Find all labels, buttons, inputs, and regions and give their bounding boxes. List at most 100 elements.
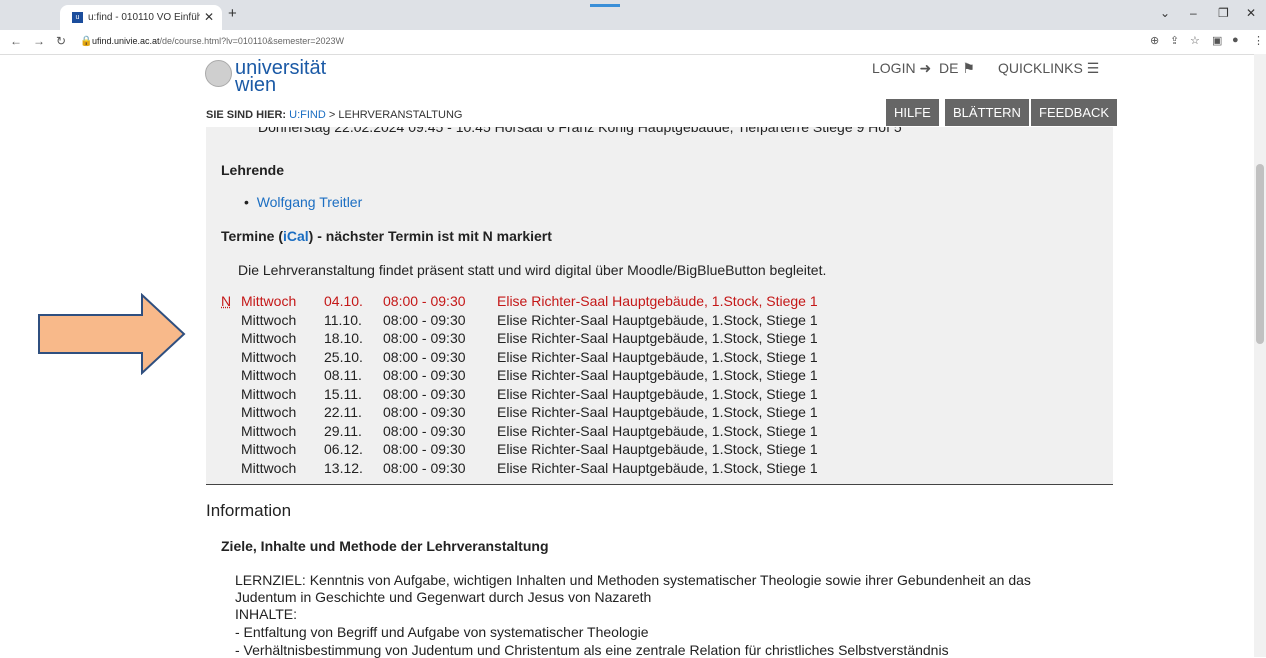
ziele-heading: Ziele, Inhalte und Methode der Lehrveran… (221, 538, 549, 554)
date-day: Mittwoch (241, 348, 297, 365)
date-room: Elise Richter-Saal Hauptgebäude, 1.Stock… (497, 311, 818, 328)
login-icon: ➜ (919, 60, 932, 76)
date-day: Mittwoch (241, 311, 297, 328)
next-date-marker: N (221, 293, 232, 309)
termine-heading: Termine (iCal) - nächster Termin ist mit… (221, 228, 552, 244)
date-day: Mittwoch (241, 422, 297, 439)
reload-icon[interactable]: ↻ (56, 34, 66, 48)
breadcrumb: SIE SIND HIER: U:FIND > LEHRVERANSTALTUN… (206, 109, 462, 121)
ical-link[interactable]: iCal (283, 228, 309, 244)
breadcrumb-current: LEHRVERANSTALTUNG (338, 109, 463, 121)
date-time: 08:00 - 09:30 (383, 441, 466, 457)
date-value: 25.10. (324, 348, 363, 365)
date-value: 06.12. (324, 441, 363, 457)
date-room: Elise Richter-Saal Hauptgebäude, 1.Stock… (497, 385, 818, 402)
language-label: DE (939, 60, 959, 76)
date-value: 08.11. (324, 367, 362, 383)
new-tab-button[interactable]: + (228, 5, 237, 22)
date-time: 08:00 - 09:30 (383, 459, 466, 476)
tab-search-icon[interactable]: ⌄ (1160, 6, 1170, 20)
date-room: Elise Richter-Saal Hauptgebäude, 1.Stock… (497, 441, 818, 457)
lehrende-heading: Lehrende (221, 162, 285, 178)
date-value: 18.10. (324, 330, 363, 346)
date-day: Mittwoch (241, 385, 297, 402)
breadcrumb-ufind-link[interactable]: U:FIND (289, 109, 326, 121)
cut-off-date-line: Donnerstag 22.02.2024 09:45 - 10:45 Hörs… (258, 127, 902, 135)
maximize-icon[interactable]: ❐ (1218, 6, 1229, 20)
date-value: 11.10. (324, 311, 362, 328)
date-time: 08:00 - 09:30 (383, 348, 466, 365)
date-room: Elise Richter-Saal Hauptgebäude, 1.Stock… (497, 293, 818, 309)
quicklinks-link[interactable]: QUICKLINKS ☰ (998, 60, 1099, 77)
browser-tab[interactable]: u u:find - 010110 VO Einführung in ✕ (60, 5, 222, 30)
date-value: 13.12. (324, 459, 363, 476)
forward-icon[interactable]: → (33, 34, 45, 48)
date-value: 22.11. (324, 404, 362, 420)
date-day: Mittwoch (241, 404, 297, 420)
termine-prefix: Termine ( (221, 228, 283, 244)
date-time: 08:00 - 09:30 (383, 404, 466, 420)
date-day: Mittwoch (241, 330, 297, 346)
language-link[interactable]: DE ⚑ (939, 60, 975, 77)
login-label: LOGIN (872, 60, 916, 76)
address-bar: ← → ↻ 🔒 ufind.univie.ac.at/de/course.htm… (0, 30, 1266, 55)
url-field[interactable]: ufind.univie.ac.at/de/course.html?lv=010… (92, 36, 344, 46)
date-value: 04.10. (324, 293, 363, 309)
blaettern-button[interactable]: BLÄTTERN (945, 99, 1029, 126)
minimize-icon[interactable]: – (1190, 6, 1197, 20)
lernziel-line1: LERNZIEL: Kenntnis von Aufgabe, wichtige… (235, 572, 1031, 588)
tab-title: u:find - 010110 VO Einführung in (88, 12, 200, 23)
inhalt-line1: - Entfaltung von Begriff und Aufgabe von… (235, 624, 649, 640)
menu-icon[interactable]: ⋮ (1253, 34, 1264, 47)
lernziel-line2: Judentum in Geschichte und Gegenwart dur… (235, 589, 652, 605)
scrollbar-thumb[interactable] (1256, 164, 1264, 344)
close-window-icon[interactable]: ✕ (1246, 6, 1256, 20)
bookmark-star-icon[interactable]: ☆ (1190, 34, 1200, 47)
date-room: Elise Richter-Saal Hauptgebäude, 1.Stock… (497, 459, 818, 476)
login-link[interactable]: LOGIN ➜ (872, 60, 931, 77)
lecturer-list-item: • Wolfgang Treitler (244, 194, 362, 210)
inhalt-line2: - Verhältnisbestimmung von Judentum und … (235, 642, 949, 658)
lock-icon[interactable]: 🔒 (80, 36, 92, 47)
close-tab-icon[interactable]: ✕ (204, 10, 214, 24)
quicklinks-menu-icon: ☰ (1086, 60, 1100, 76)
date-day: Mittwoch (241, 367, 297, 383)
date-value: 15.11. (324, 385, 362, 402)
zoom-icon[interactable]: ⊕ (1150, 34, 1159, 47)
url-domain: ufind.univie.ac.at (92, 36, 160, 46)
date-day: Mittwoch (241, 459, 297, 476)
annotation-arrow-icon (38, 293, 186, 375)
university-seal-icon (205, 60, 232, 87)
date-room: Elise Richter-Saal Hauptgebäude, 1.Stock… (497, 422, 818, 439)
profile-icon[interactable]: ● (1232, 34, 1239, 46)
quicklinks-label: QUICKLINKS (998, 60, 1083, 76)
browser-tab-strip: u u:find - 010110 VO Einführung in ✕ + ⌄… (0, 0, 1266, 30)
logo-text-line2: wien (235, 74, 277, 96)
date-room: Elise Richter-Saal Hauptgebäude, 1.Stock… (497, 348, 818, 365)
page-scrollbar[interactable] (1254, 54, 1266, 657)
date-day: Mittwoch (241, 293, 297, 309)
inhalte-label: INHALTE: (235, 606, 297, 622)
date-time: 08:00 - 09:30 (383, 311, 466, 328)
course-note: Die Lehrveranstaltung findet präsent sta… (238, 262, 827, 278)
back-icon[interactable]: ← (10, 34, 22, 48)
side-panel-icon[interactable]: ▣ (1212, 34, 1222, 47)
share-icon[interactable]: ⇪ (1170, 34, 1179, 47)
date-time: 08:00 - 09:30 (383, 367, 466, 383)
date-day: Mittwoch (241, 441, 297, 457)
flag-icon: ⚑ (962, 60, 975, 76)
information-heading: Information (206, 501, 292, 520)
lecturer-link[interactable]: Wolfgang Treitler (257, 194, 363, 210)
url-path: /de/course.html?lv=010110&semester=2023W (159, 36, 344, 46)
feedback-button[interactable]: FEEDBACK (1031, 99, 1118, 126)
breadcrumb-label: SIE SIND HIER: (206, 109, 287, 121)
profile-accent-bar (590, 4, 620, 7)
termine-suffix: ) - nächster Termin ist mit N markiert (308, 228, 552, 244)
date-room: Elise Richter-Saal Hauptgebäude, 1.Stock… (497, 330, 818, 346)
date-time: 08:00 - 09:30 (383, 385, 466, 402)
date-time: 08:00 - 09:30 (383, 422, 466, 439)
hilfe-button[interactable]: HILFE (886, 99, 939, 126)
date-time: 08:00 - 09:30 (383, 330, 466, 346)
favicon-icon: u (72, 12, 83, 23)
breadcrumb-separator: > (328, 109, 336, 121)
